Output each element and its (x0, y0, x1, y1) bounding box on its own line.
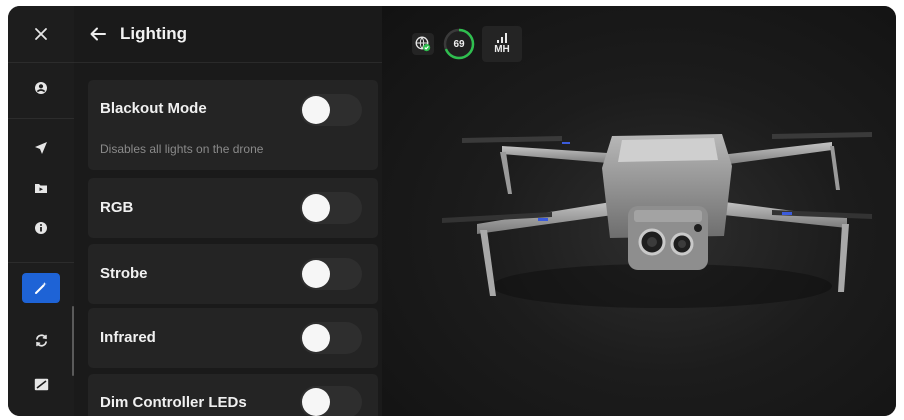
blackout-mode-toggle[interactable] (300, 94, 362, 126)
strobe-toggle[interactable] (300, 258, 362, 290)
drone-viewport: 69 MH (382, 6, 896, 416)
account-icon (35, 82, 47, 94)
status-bar: 69 MH (412, 26, 522, 62)
info-icon (35, 222, 47, 234)
setting-description: Disables all lights on the drone (100, 142, 264, 156)
rail-divider (8, 118, 74, 119)
sync-icon (35, 333, 47, 347)
back-button[interactable] (86, 22, 110, 46)
page-title: Lighting (120, 24, 188, 43)
setting-card-rgb: RGB (88, 178, 378, 238)
close-button[interactable] (8, 14, 74, 54)
setting-card-dim-controller-leds: Dim Controller LEDs (88, 374, 378, 416)
arrow-left-icon (90, 27, 106, 41)
infrared-toggle[interactable] (300, 322, 362, 354)
nav-rail (8, 6, 74, 416)
rail-divider (8, 62, 74, 63)
wand-icon (35, 282, 47, 294)
panel-header: Lighting (74, 6, 382, 63)
setting-label: Strobe (100, 265, 148, 282)
setting-card-infrared: Infrared (88, 308, 378, 368)
toggle-knob (302, 324, 330, 352)
rail-item-display[interactable] (8, 364, 74, 404)
signal-label: MH (494, 44, 510, 55)
setting-card-blackout-mode: Blackout Mode Disables all lights on the… (88, 80, 378, 170)
rail-item-navigation[interactable] (8, 128, 74, 168)
toggle-knob (302, 388, 330, 416)
globe-check-icon (415, 36, 431, 52)
media-icon (35, 184, 47, 193)
signal-indicator[interactable]: MH (482, 26, 522, 62)
connectivity-indicator[interactable] (412, 33, 434, 55)
toggle-knob (302, 194, 330, 222)
rail-item-tools[interactable] (8, 268, 74, 308)
rail-item-info[interactable] (8, 208, 74, 248)
battery-indicator[interactable]: 69 (442, 27, 476, 61)
rail-item-sync[interactable] (8, 320, 74, 360)
setting-card-strobe: Strobe (88, 244, 378, 304)
close-icon (35, 28, 47, 40)
rail-item-account[interactable] (8, 68, 74, 108)
display-icon (34, 378, 48, 390)
active-indicator (22, 273, 60, 303)
setting-label: Infrared (100, 329, 156, 346)
rail-divider (8, 262, 74, 263)
signal-bars-icon (497, 33, 507, 43)
dim-controller-leds-toggle[interactable] (300, 386, 362, 416)
toggle-knob (302, 260, 330, 288)
toggle-knob (302, 96, 330, 124)
app-window: Lighting Blackout Mode Disables all ligh… (8, 6, 896, 416)
settings-panel: Lighting Blackout Mode Disables all ligh… (74, 6, 382, 416)
setting-label: Blackout Mode (100, 100, 207, 117)
navigation-icon (35, 142, 47, 154)
setting-label: Dim Controller LEDs (100, 394, 247, 411)
rgb-toggle[interactable] (300, 192, 362, 224)
setting-label: RGB (100, 199, 134, 216)
rail-item-media[interactable] (8, 168, 74, 208)
drone-image (442, 132, 872, 308)
battery-percentage: 69 (453, 38, 465, 50)
